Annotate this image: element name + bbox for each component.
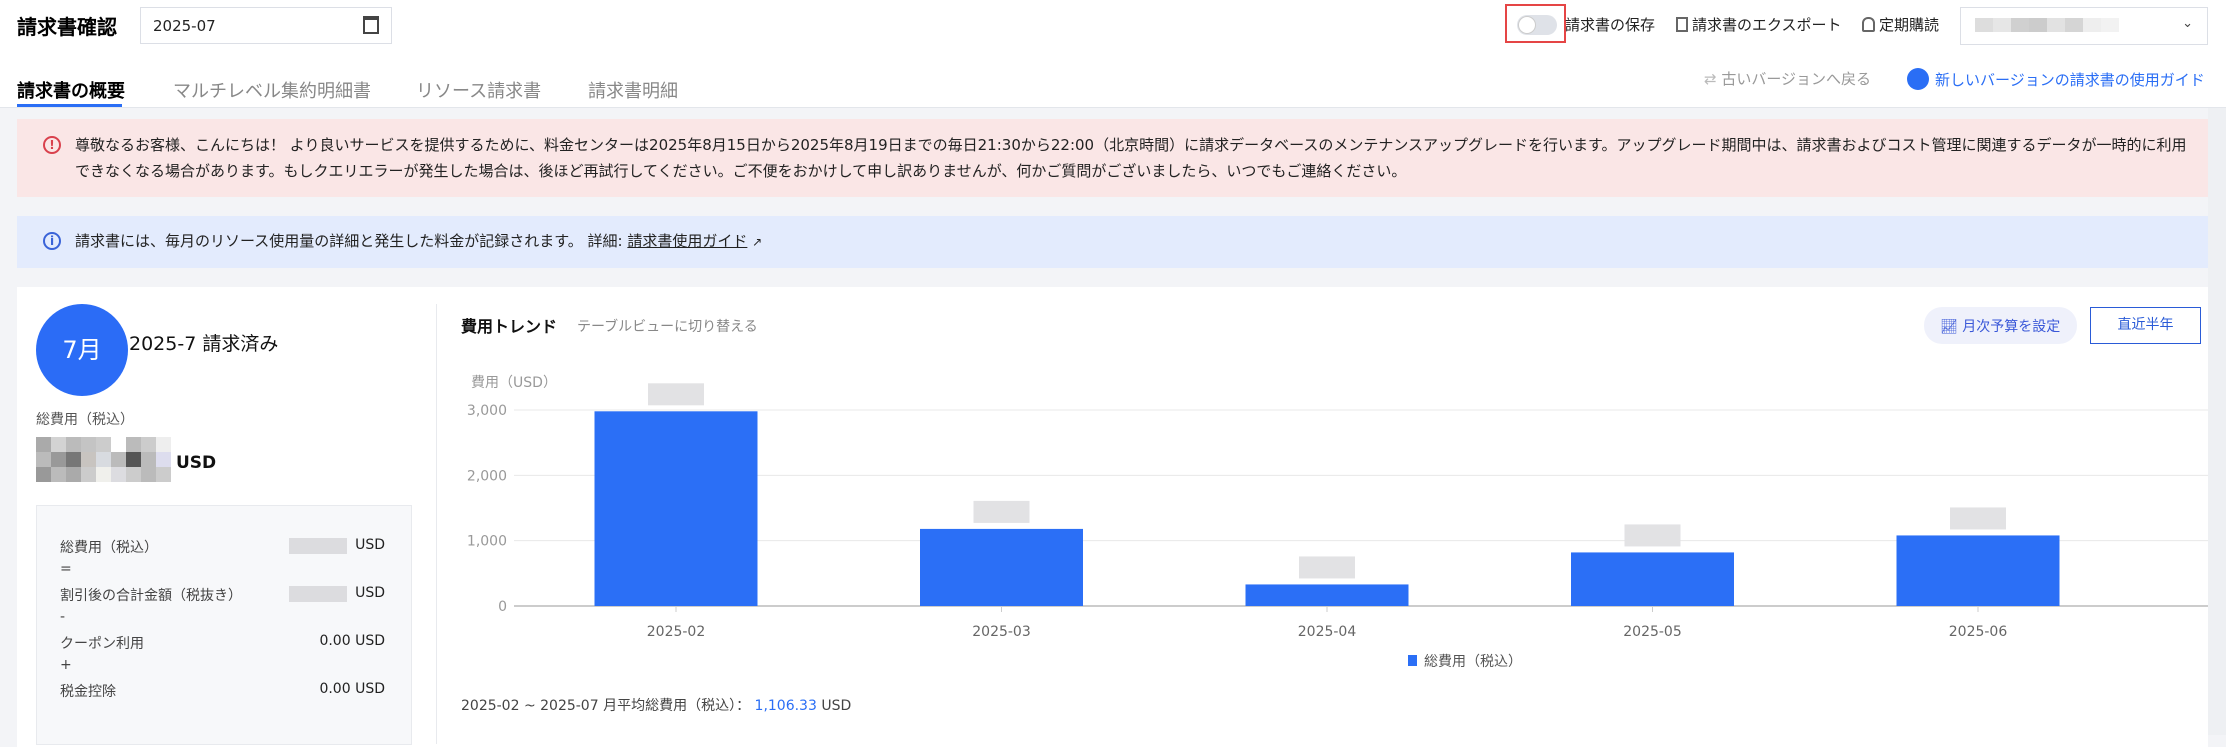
blurred-data-label (1299, 556, 1355, 579)
tab-resource[interactable]: リソース請求書 (416, 77, 541, 103)
x-tick-label: 2025-04 (1298, 624, 1357, 640)
average-footer: 2025-02 ~ 2025-07 月平均総費用（税込）： 1,106.33 U… (461, 695, 851, 715)
save-toggle-highlight (1505, 4, 1566, 43)
chevron-down-icon: ⌄ (2182, 16, 2193, 31)
bell-icon (1862, 17, 1875, 32)
bar (594, 411, 758, 606)
bar (1245, 584, 1409, 606)
tab-detail[interactable]: 請求書明細 (588, 77, 678, 103)
y-tick-label: 1,000 (467, 534, 507, 550)
x-tick-label: 2025-02 (647, 624, 706, 640)
y-axis-label: 費用（USD） (471, 375, 557, 391)
tab-multilevel[interactable]: マルチレベル集約明細書 (173, 77, 371, 103)
average-unit: USD (821, 698, 852, 714)
legend-label: 総費用（税込） (1424, 654, 1522, 670)
bar (1896, 535, 2060, 606)
new-guide-link[interactable]: 新しいバージョンの請求書の使用ガイド (1907, 68, 2205, 90)
subscribe-button[interactable]: 定期購読 (1862, 14, 1939, 35)
page-title: 請求書確認 (17, 15, 117, 39)
blurred-account-name (1975, 18, 2119, 32)
bar (920, 528, 1083, 606)
blurred-data-label (1950, 507, 2006, 530)
average-label: 2025-02 ~ 2025-07 月平均総費用（税込）： (461, 698, 751, 714)
old-version-link[interactable]: ⇄ 古いバージョンへ戻る (1704, 68, 1871, 89)
tab-overview[interactable]: 請求書の概要 (17, 77, 125, 103)
y-tick-label: 2,000 (467, 468, 507, 484)
y-tick-label: 0 (498, 599, 507, 615)
blurred-data-label (648, 383, 704, 406)
active-tab-indicator (17, 104, 122, 107)
y-tick-label: 3,000 (467, 403, 507, 419)
x-tick-label: 2025-05 (1623, 624, 1682, 640)
bar (1571, 552, 1734, 606)
account-dropdown[interactable]: ⌄ (1960, 7, 2208, 45)
alert-line: できなくなる場合があります。もしクエリエラーが発生した場合は、後ほど再試行してく… (75, 162, 1407, 180)
legend-swatch (1408, 655, 1417, 666)
cost-trend-chart: 0 1,000 2,000 3,000 費用（USD） 2025-02 2025-03 202… (467, 375, 2208, 670)
month-value: 2025-07 (153, 17, 216, 35)
switch-icon: ⇄ (1704, 70, 1722, 88)
maintenance-alert: ! 尊敬なるお客様、こんにちは！ より良いサービスを提供するために、料金センター… (17, 119, 2208, 197)
info-icon: i (43, 232, 61, 250)
page-scrollbar[interactable] (2208, 108, 2226, 735)
alert-line: 尊敬なるお客様、こんにちは！ より良いサービスを提供するために、料金センターは2… (75, 136, 2187, 154)
blurred-data-label (1624, 524, 1681, 547)
month-picker[interactable]: 2025-07 (140, 7, 392, 44)
export-invoice-button[interactable]: 請求書のエクスポート (1676, 14, 1842, 35)
summary-card: 7月 2025-7 請求済み 総費用（税込） USD 総費用（税込） USD = … (17, 287, 2208, 747)
save-invoice-toggle[interactable] (1517, 15, 1557, 35)
save-invoice-label[interactable]: 請求書の保存 (1565, 14, 1655, 35)
calendar-icon (363, 16, 379, 34)
blurred-data-label (973, 500, 1030, 523)
x-tick-label: 2025-03 (972, 624, 1031, 640)
header: 請求書確認 2025-07 請求書の保存 請求書のエクスポート 定期購読 ⌄ 請… (0, 0, 2226, 108)
info-banner: i 請求書には、毎月のリソース使用量の詳細と発生した料金が記録されます。 詳細:… (17, 216, 2208, 268)
compass-icon (1907, 68, 1929, 90)
export-file-icon (1676, 17, 1688, 32)
external-link-icon: ↗ (752, 235, 763, 249)
average-value: 1,106.33 (754, 698, 817, 714)
invoice-guide-link[interactable]: 請求書使用ガイド (627, 232, 747, 250)
error-icon: ! (43, 136, 61, 154)
info-text: 請求書には、毎月のリソース使用量の詳細と発生した料金が記録されます。 詳細: (75, 232, 623, 250)
x-tick-label: 2025-06 (1949, 624, 2008, 640)
